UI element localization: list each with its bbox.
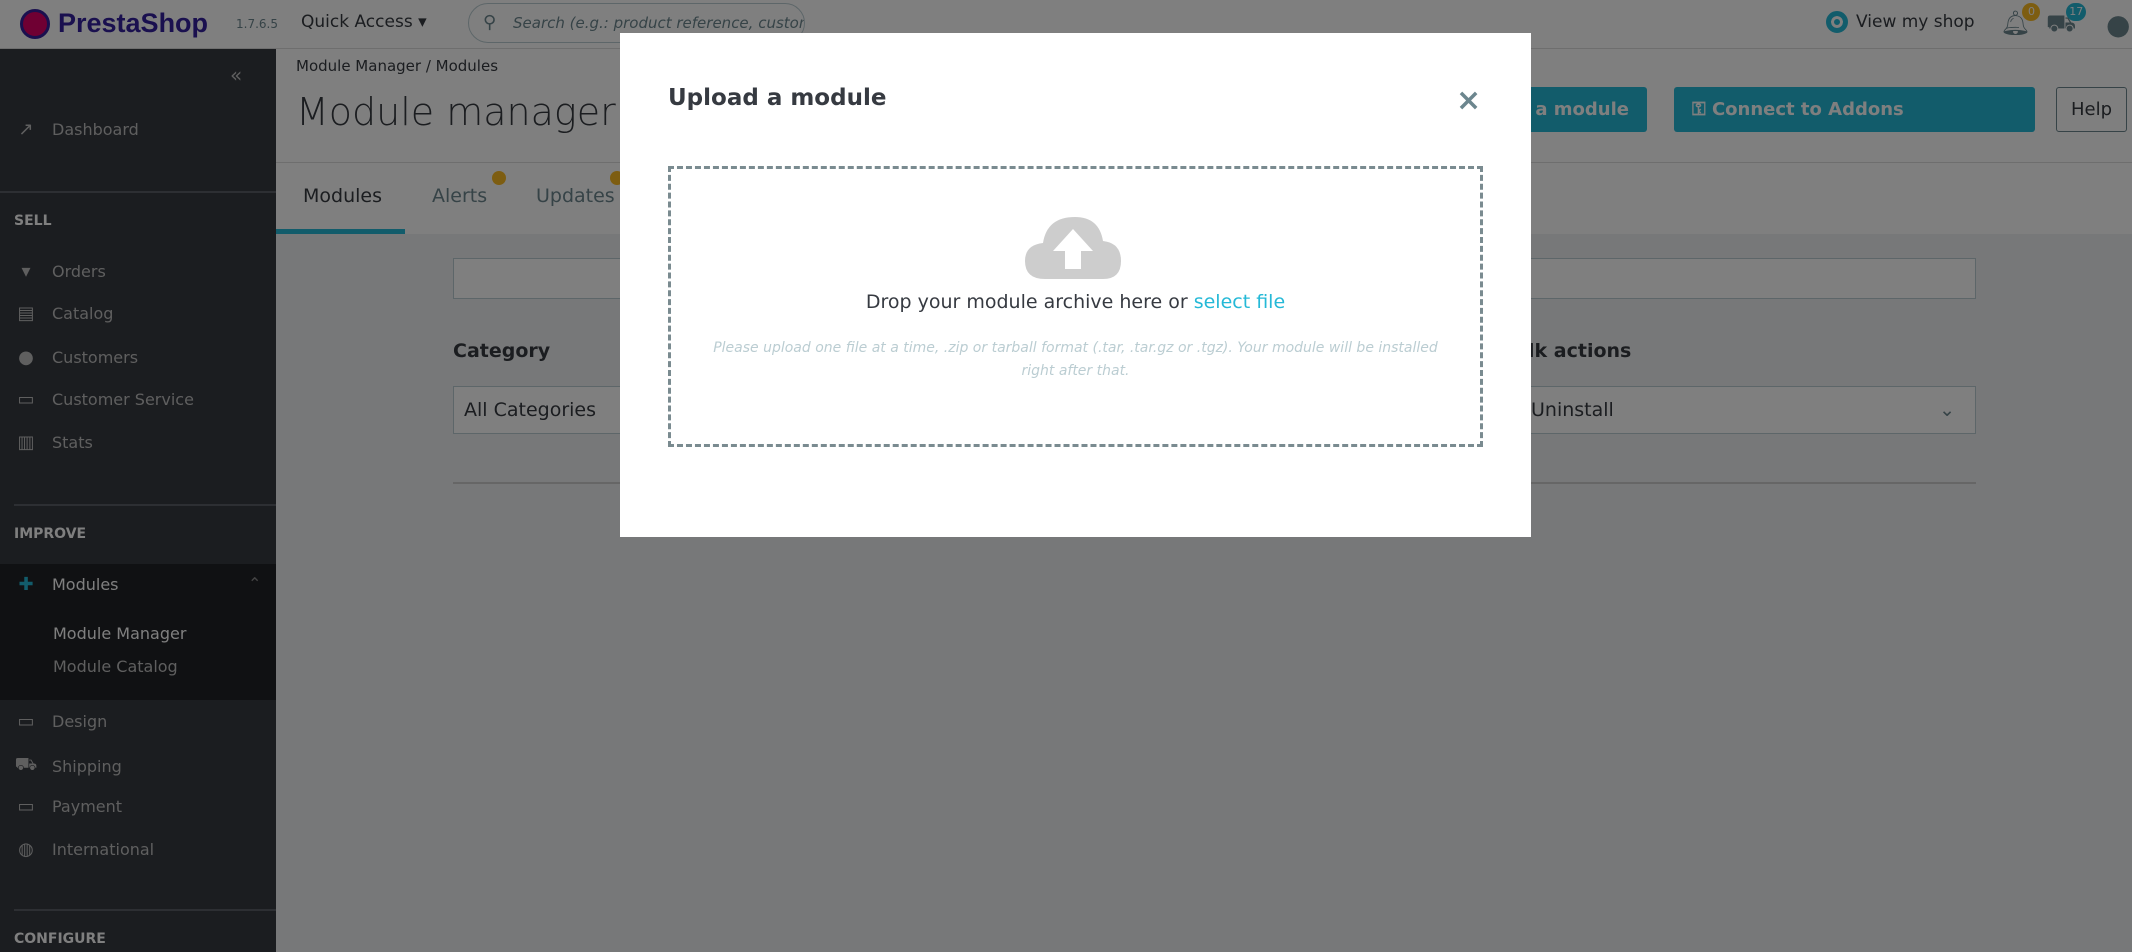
file-dropzone[interactable]: Drop your module archive here or select … [668,166,1483,447]
drop-label: Drop your module archive here or [865,291,1194,313]
select-file-link[interactable]: select file [1194,291,1285,313]
upload-hint: Please upload one file at a time, .zip o… [713,340,1438,379]
cloud-upload-icon [1025,217,1121,279]
drop-text: Drop your module archive here or select … [671,291,1480,313]
close-icon[interactable]: × [1456,83,1481,118]
upload-module-modal: Upload a module × Drop your module archi… [620,33,1531,537]
modal-title: Upload a module [668,85,887,111]
